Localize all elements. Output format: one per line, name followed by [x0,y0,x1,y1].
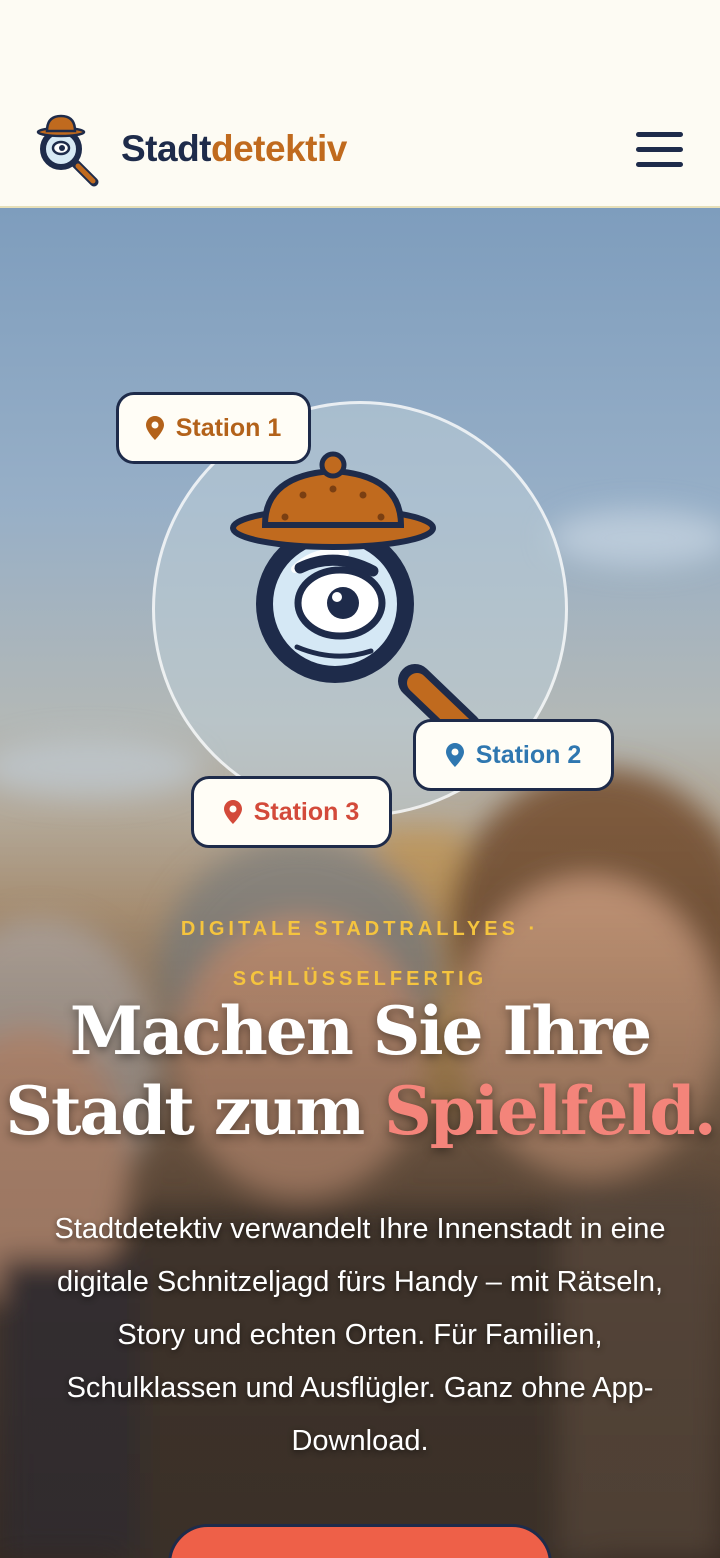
hamburger-menu-icon[interactable] [630,128,686,172]
site-header: Stadtdetektiv [0,0,720,208]
station-2-badge[interactable]: Station 2 [413,719,614,791]
hero-eyebrow-line-1: DIGITALE STADTRALLYES · [180,918,540,940]
brand-wordmark[interactable]: Stadtdetektiv [121,125,347,173]
station-3-label: Station 3 [253,797,360,826]
headline-accent-word: Spielfeld. [384,1072,717,1150]
brand-part-1: Stadt [121,128,212,169]
detective-mascot-icon [230,451,482,741]
hero-headline: Machen Sie Ihre Stadt zum Spielfeld. [0,991,720,1151]
hero-section: Station 1 Station 2 Station 3 DIGITALE S… [0,208,720,1558]
headline-line-2: Stadt zum [5,1072,385,1150]
brand-part-2: detektiv [211,128,347,169]
map-pin-icon [223,800,242,824]
menu-bar-bottom [636,162,683,167]
station-1-label: Station 1 [175,413,282,442]
map-pin-icon [445,743,464,767]
map-pin-icon [145,416,164,440]
headline-line-1: Machen Sie Ihre [69,992,652,1070]
station-2-label: Station 2 [475,740,582,769]
hero-eyebrow-line-2: SCHLÜSSELFERTIG [232,968,488,990]
menu-bar-top [636,132,683,137]
menu-bar-middle [636,147,683,152]
detective-magnifier-icon[interactable] [36,112,102,188]
station-1-badge[interactable]: Station 1 [116,392,311,464]
station-3-badge[interactable]: Station 3 [191,776,392,848]
hero-cta-button[interactable] [168,1524,552,1558]
hero-lead-paragraph: Stadtdetektiv verwandelt Ihre Innenstadt… [54,1213,666,1457]
